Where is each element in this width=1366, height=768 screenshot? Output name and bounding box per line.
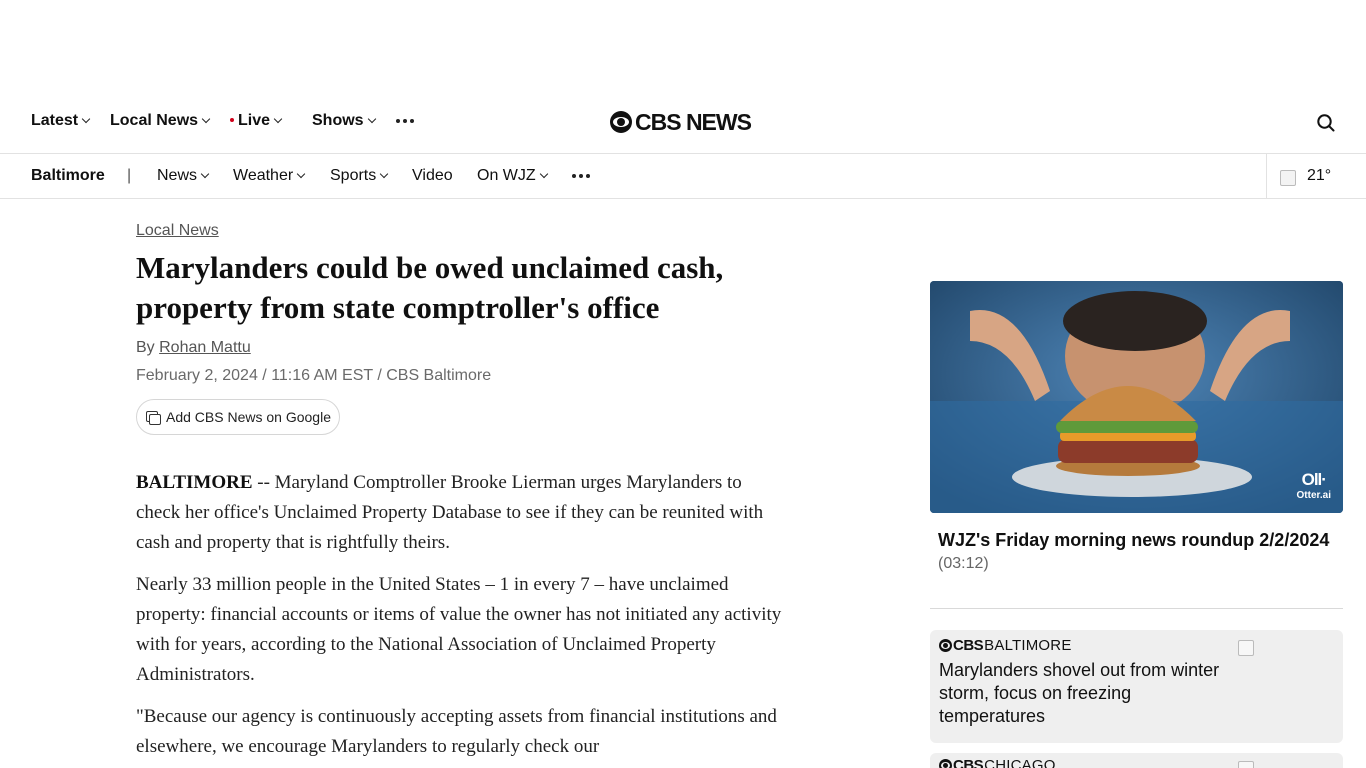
chevron-down-icon: [367, 114, 376, 124]
byline-prefix: By: [136, 339, 155, 356]
cbs-news-logo[interactable]: CBS NEWS: [610, 109, 752, 135]
article-paragraph: BALTIMORE -- Maryland Comptroller Brooke…: [136, 472, 764, 553]
weather-icon: [1280, 170, 1296, 186]
local-more-icon[interactable]: [572, 174, 590, 178]
chevron-down-icon: [201, 114, 211, 124]
article-body: BALTIMORE -- Maryland Comptroller Brooke…: [136, 468, 786, 768]
story-thumbnail-image: [1238, 640, 1254, 656]
related-story-title: Marylanders shovel out from winter storm…: [939, 660, 1220, 726]
local-nav-news[interactable]: News: [157, 167, 210, 185]
nav-local-news[interactable]: Local News: [110, 112, 211, 130]
weather-widget[interactable]: 21°: [1266, 154, 1366, 198]
local-navigation: Baltimore | News Weather Sports Video On…: [0, 153, 1366, 199]
divider: [930, 608, 1343, 609]
article-dateline: February 2, 2024 / 11:16 AM EST / CBS Ba…: [136, 367, 492, 384]
local-city-link[interactable]: Baltimore: [31, 167, 105, 185]
video-title[interactable]: WJZ's Friday morning news roundup 2/2/20…: [938, 530, 1338, 551]
article-paragraph: "Because our agency is continuously acce…: [136, 706, 777, 757]
story-thumbnail-image: [1238, 761, 1254, 768]
top-navigation: Latest Local News Live Shows CBS NEWS: [0, 100, 1366, 144]
local-nav-on-wjz[interactable]: On WJZ: [477, 167, 548, 185]
video-player-thumbnail[interactable]: Oll· Otter.ai: [930, 281, 1343, 513]
station-brand: CBS CHICAGO: [939, 757, 1056, 768]
related-story-card[interactable]: CBS BALTIMORE Marylanders shovel out fro…: [930, 630, 1343, 743]
temperature: 21°: [1307, 167, 1332, 184]
nav-separator: |: [127, 167, 132, 184]
local-nav-sports[interactable]: Sports: [330, 167, 389, 185]
chevron-down-icon: [81, 114, 91, 124]
station-brand: CBS BALTIMORE: [939, 637, 1072, 654]
byline: By Rohan Mattu: [136, 339, 251, 357]
article-kicker[interactable]: Local News: [136, 222, 219, 240]
cbs-eye-icon: [610, 111, 632, 133]
nav-shows[interactable]: Shows: [312, 112, 376, 130]
article-paragraph: Nearly 33 million people in the United S…: [136, 574, 782, 685]
chevron-down-icon: [200, 169, 210, 179]
burger-video-image: [930, 281, 1343, 513]
article-headline: Marylanders could be owed unclaimed cash…: [136, 250, 724, 325]
otter-logo-icon: Oll·: [1301, 470, 1327, 489]
local-nav-weather[interactable]: Weather: [233, 167, 306, 185]
chevron-down-icon: [539, 169, 548, 179]
author-link[interactable]: Rohan Mattu: [159, 339, 251, 356]
local-nav-video[interactable]: Video: [412, 167, 453, 185]
chevron-down-icon: [296, 169, 306, 179]
nav-live[interactable]: Live: [230, 112, 283, 130]
search-icon[interactable]: [1316, 113, 1336, 133]
add-cbs-on-google-button[interactable]: Add CBS News on Google: [136, 399, 340, 435]
chevron-down-icon: [380, 169, 389, 179]
nav-latest[interactable]: Latest: [31, 112, 91, 130]
related-story-card[interactable]: CBS CHICAGO: [930, 753, 1343, 768]
video-duration: (03:12): [938, 555, 989, 572]
cbs-eye-icon: [939, 639, 952, 652]
chevron-down-icon: [273, 114, 283, 124]
live-dot-icon: [230, 118, 234, 122]
cbs-eye-icon: [939, 759, 952, 768]
add-source-icon: [146, 410, 161, 425]
otter-watermark: Oll· Otter.ai: [1296, 470, 1331, 501]
more-icon[interactable]: [396, 119, 414, 123]
